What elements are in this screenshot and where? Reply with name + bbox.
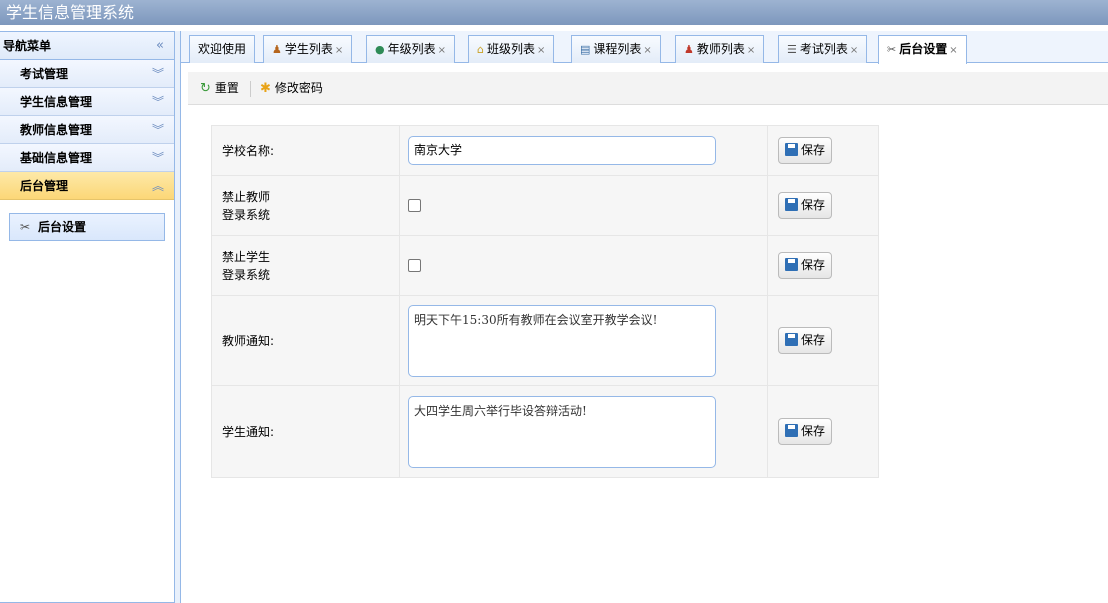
chevron-down-icon: ︾	[151, 95, 164, 109]
form-row-school-name: 学校名称: 南京大学 保存	[211, 125, 879, 176]
ban-teacher-checkbox[interactable]	[408, 199, 421, 212]
tab-class-list[interactable]: ⌂ 班级列表 ×	[468, 35, 555, 63]
school-name-label: 学校名称:	[211, 125, 400, 176]
tab-label: 教师列表	[696, 42, 745, 56]
close-icon[interactable]: ×	[335, 45, 343, 56]
change-password-button[interactable]: ✱ 修改密码	[260, 72, 323, 105]
school-name-input[interactable]: 南京大学	[408, 136, 716, 165]
tab-teacher-list[interactable]: ♟ 教师列表 ×	[675, 35, 765, 63]
change-password-label: 修改密码	[274, 81, 323, 95]
tab-label: 年级列表	[387, 42, 436, 56]
key-icon: ✱	[260, 81, 271, 96]
app-title: 学生信息管理系统	[0, 0, 1108, 25]
ban-student-checkbox[interactable]	[408, 259, 421, 272]
ban-teacher-label-line2: 登录系统	[222, 207, 271, 222]
ban-student-label: 禁止学生	[222, 249, 271, 264]
sidebar-section-student[interactable]: 学生信息管理 ︾	[0, 88, 174, 116]
chevron-down-icon: ︾	[151, 123, 164, 137]
collapse-sidebar-icon[interactable]: «	[156, 32, 164, 60]
save-ban-teacher-button[interactable]: 保存	[778, 192, 833, 219]
tab-label: 考试列表	[799, 42, 848, 56]
ban-teacher-label: 禁止教师	[222, 189, 271, 204]
floppy-disk-icon	[785, 143, 798, 156]
sidebar-header: 导航菜单 «	[0, 32, 174, 60]
sidebar-section-label: 学生信息管理	[20, 95, 93, 109]
floppy-disk-icon	[785, 198, 798, 211]
sidebar-section-label: 教师信息管理	[20, 123, 93, 137]
tools-icon: ✂	[887, 43, 897, 56]
chevron-down-icon: ︾	[151, 67, 164, 81]
save-label: 保存	[801, 198, 826, 212]
close-icon[interactable]: ×	[537, 45, 545, 56]
sidebar-section-label: 考试管理	[20, 67, 69, 81]
sidebar-section-admin[interactable]: 后台管理 ︽	[0, 172, 174, 200]
tab-exam-list[interactable]: ☰ 考试列表 ×	[778, 35, 868, 63]
form-row-ban-student: 禁止学生 登录系统 保存	[211, 235, 879, 296]
save-label: 保存	[801, 424, 826, 438]
list-icon: ☰	[787, 43, 797, 56]
tab-label: 课程列表	[593, 42, 642, 56]
sidebar-section-label: 基础信息管理	[20, 151, 93, 165]
close-icon[interactable]: ×	[850, 45, 858, 56]
sidebar-splitter[interactable]	[175, 31, 181, 603]
globe-icon: ●	[375, 43, 385, 56]
person-icon: ♟	[684, 43, 694, 56]
save-school-name-button[interactable]: 保存	[778, 137, 833, 164]
tab-label: 学生列表	[284, 42, 333, 56]
ban-student-label-line2: 登录系统	[222, 267, 271, 282]
chevron-down-icon: ︾	[151, 151, 164, 165]
close-icon[interactable]: ×	[438, 45, 446, 56]
floppy-disk-icon	[785, 258, 798, 271]
sidebar-item-label: 后台设置	[38, 220, 87, 234]
tools-icon: ✂	[20, 220, 31, 234]
reset-label: 重置	[214, 81, 239, 95]
tab-welcome[interactable]: 欢迎使用	[189, 35, 256, 63]
close-icon[interactable]: ×	[747, 45, 755, 56]
toolbar-divider	[250, 81, 251, 97]
person-icon: ♟	[272, 43, 282, 56]
tab-grade-list[interactable]: ● 年级列表 ×	[366, 35, 456, 63]
save-label: 保存	[801, 333, 826, 347]
tab-label: 欢迎使用	[198, 42, 247, 56]
reset-button[interactable]: ↻ 重置	[200, 72, 239, 105]
sidebar-section-label: 后台管理	[20, 179, 69, 193]
teacher-notice-label: 教师通知:	[211, 295, 400, 386]
sidebar-section-basic[interactable]: 基础信息管理 ︾	[0, 144, 174, 172]
refresh-icon: ↻	[200, 81, 211, 96]
tab-bar: 欢迎使用 ♟ 学生列表 × ● 年级列表 × ⌂ 班级列表 × ▤ 课程列表 × ♟ 教师列表 × …	[181, 31, 1108, 64]
toolbar: ↻ 重置 ✱ 修改密码	[188, 72, 1108, 105]
tab-label: 后台设置	[899, 42, 948, 56]
sidebar-section-exam[interactable]: 考试管理 ︾	[0, 60, 174, 88]
student-notice-textarea[interactable]: 大四学生周六举行毕设答辩活动!	[408, 395, 716, 468]
save-student-notice-button[interactable]: 保存	[778, 418, 833, 445]
chevron-up-icon: ︽	[151, 179, 164, 193]
settings-form: 学校名称: 南京大学 保存 禁止教师 登录系统 保存 禁止学生 登录系统 保存	[211, 125, 879, 478]
tab-student-list[interactable]: ♟ 学生列表 ×	[263, 35, 353, 63]
book-icon: ▤	[580, 43, 591, 56]
save-label: 保存	[801, 143, 826, 157]
form-row-ban-teacher: 禁止教师 登录系统 保存	[211, 175, 879, 236]
floppy-disk-icon	[785, 424, 798, 437]
save-teacher-notice-button[interactable]: 保存	[778, 327, 833, 354]
sidebar-panel: ✂ 后台设置	[0, 200, 174, 254]
floppy-disk-icon	[785, 333, 798, 346]
tab-admin-settings[interactable]: ✂ 后台设置 ×	[878, 35, 967, 64]
form-row-teacher-notice: 教师通知: 明天下午15:30所有教师在会议室开教学会议! 保存	[211, 295, 879, 386]
form-row-student-notice: 学生通知: 大四学生周六举行毕设答辩活动! 保存	[211, 385, 879, 478]
close-icon[interactable]: ×	[643, 45, 651, 56]
save-label: 保存	[801, 258, 826, 272]
save-ban-student-button[interactable]: 保存	[778, 252, 833, 279]
tab-course-list[interactable]: ▤ 课程列表 ×	[571, 35, 661, 63]
sidebar: 导航菜单 « 考试管理 ︾ 学生信息管理 ︾ 教师信息管理 ︾ 基础信息管理 ︾…	[0, 31, 175, 603]
sidebar-item-admin-settings[interactable]: ✂ 后台设置	[9, 213, 165, 241]
house-icon: ⌂	[477, 43, 484, 56]
teacher-notice-textarea[interactable]: 明天下午15:30所有教师在会议室开教学会议!	[408, 304, 716, 377]
sidebar-title: 导航菜单	[3, 39, 52, 53]
sidebar-section-teacher[interactable]: 教师信息管理 ︾	[0, 116, 174, 144]
close-icon[interactable]: ×	[949, 45, 957, 56]
student-notice-label: 学生通知:	[211, 385, 400, 478]
tab-label: 班级列表	[486, 42, 535, 56]
